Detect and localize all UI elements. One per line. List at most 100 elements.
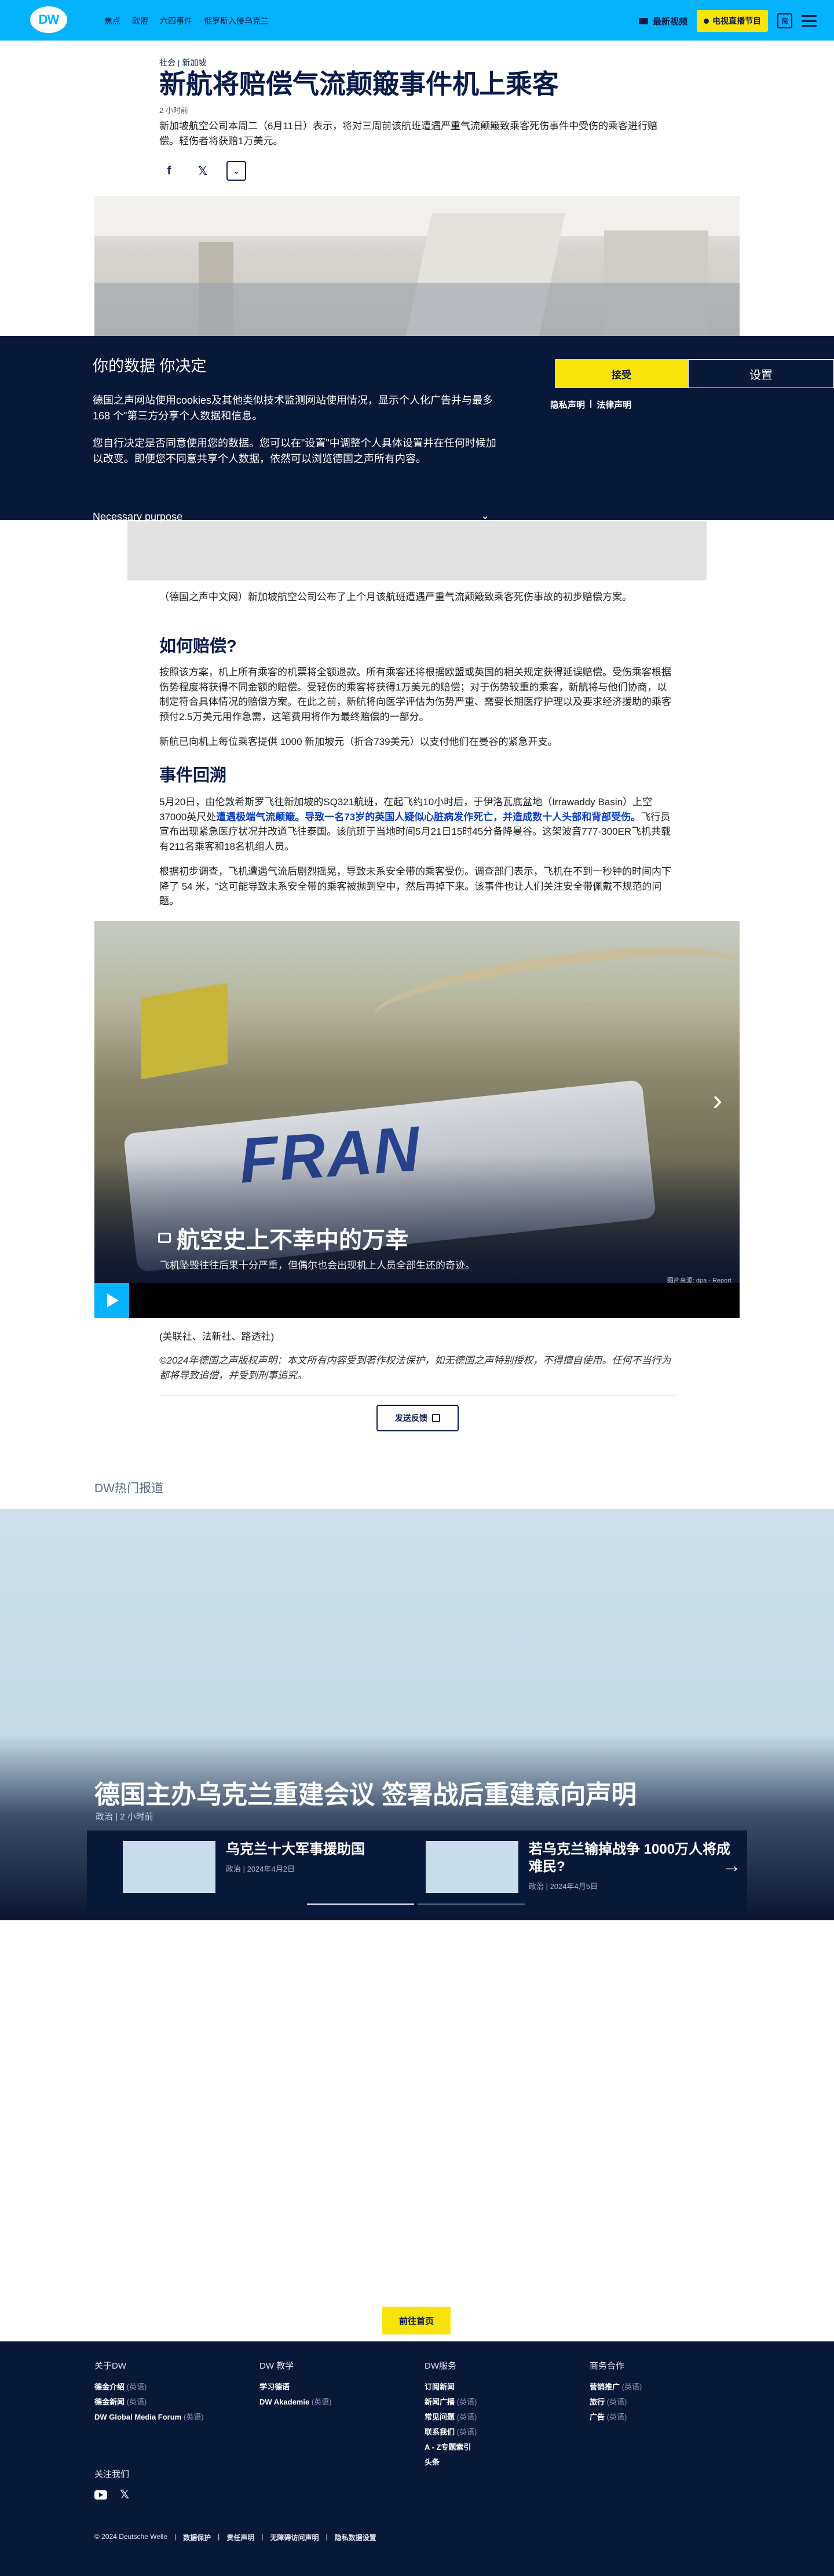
paragraph-emergency-funds: 新航已向机上每位乘客提供 1000 新加坡元（折合739美元）以支付他们在曼谷的…: [159, 736, 558, 747]
cookie-settings-button[interactable]: 设置: [688, 359, 834, 388]
gallery-play-button[interactable]: [94, 1283, 129, 1318]
privacy-statement-link[interactable]: 隐私声明: [550, 399, 585, 411]
article-intro: （德国之声中文网）新加坡航空公司公布了上个月该航班遭遇严重气流颠簸致乘客死伤事故…: [159, 590, 675, 615]
breadcrumb[interactable]: 社会 | 新加坡: [159, 57, 206, 68]
latest-videos-label: 最新视频: [652, 16, 687, 27]
footer-link[interactable]: 联系我们 (英语): [425, 2425, 477, 2440]
footer-link-data-protection[interactable]: 数据保护: [183, 2533, 211, 2542]
crane-shape: [141, 982, 228, 1080]
gallery-title: 航空史上不幸中的万幸: [158, 1221, 408, 1255]
footer-link[interactable]: 德金新闻 (英语): [94, 2395, 204, 2410]
footer-link[interactable]: DW Akademie (英语): [259, 2395, 332, 2410]
compensation-section: 按照该方案，机上所有乘客的机票将全额退款。所有乘客还将根据欧盟或英国的相关规定获…: [159, 665, 675, 760]
hamburger-menu-icon[interactable]: [802, 15, 817, 27]
feedback-label: 发送反馈: [395, 1413, 427, 1423]
cookie-title: 你的数据 你决定: [93, 357, 207, 375]
ad-placeholder: [127, 521, 707, 580]
footer-col-services: DW服务 订阅新闻 新闻广播 (英语) 常见问题 (英语) 联系我们 (英语) …: [425, 2358, 477, 2470]
youtube-icon[interactable]: [94, 2490, 107, 2500]
footer-link[interactable]: DW Global Media Forum (英语): [94, 2410, 204, 2425]
footer-heading: DW服务: [425, 2361, 456, 2371]
footer-copyright: © 2024 Deutsche Welle: [94, 2533, 168, 2541]
play-icon: [107, 1294, 119, 1307]
nav-item-focus[interactable]: 焦点: [104, 15, 120, 27]
necessary-purpose-toggle[interactable]: Necessary purpose: [93, 511, 182, 523]
cookie-links: 隐私声明 | 法律声明: [550, 399, 632, 411]
accept-cookies-button[interactable]: 接受: [555, 359, 688, 388]
live-dot-icon: [704, 18, 709, 24]
carousel-thumbnail: [426, 1841, 518, 1893]
cookie-text-2: 您自行决定是否同意使用您的数据。您可以在"设置"中调整个人具体设置并在任何时候加…: [93, 437, 496, 465]
footer-col-business: 商务合作 营销推广 (英语) 旅行 (英语) 广告 (英语): [590, 2358, 642, 2425]
footer-col-learn: DW 教学 学习德语 DW Akademie (英语): [259, 2358, 332, 2410]
footer-link-privacy-settings[interactable]: 隐私数据设置: [335, 2533, 376, 2542]
share-bar: f 𝕏 ⌄: [159, 161, 246, 181]
copyright-notice: ©2024年德国之声版权声明：本文所有内容受到著作权法保护，如无德国之声特别授权…: [159, 1355, 671, 1381]
review-section: 5月20日，由伦敦希斯罗飞往新加坡的SQ321航班，在起飞约10小时后，于伊洛瓦…: [159, 795, 675, 919]
incident-text-highlight: 遭遇极端气流颠簸。导致一名73岁的英国人疑似心脏病发作死亡，并造成数十人头部和背…: [216, 811, 641, 823]
carousel-indicator: [307, 1903, 525, 1905]
gallery-icon: [158, 1233, 171, 1243]
footer-link[interactable]: 广告 (英语): [590, 2410, 642, 2425]
follow-us-label: 关注我们: [94, 2469, 130, 2479]
x-twitter-icon[interactable]: 𝕏: [120, 2487, 129, 2502]
paragraph-compensation: 按照该方案，机上所有乘客的机票将全额退款。所有乘客还将根据欧盟或英国的相关规定获…: [159, 667, 671, 722]
footer-link[interactable]: A - Z专题索引: [425, 2440, 477, 2455]
nav-item-eu[interactable]: 欧盟: [132, 15, 148, 27]
more-share-chevron-icon[interactable]: ⌄: [226, 161, 246, 181]
carousel-thumbnail: [123, 1841, 215, 1893]
footer-link-accessibility[interactable]: 无障碍访问声明: [270, 2533, 319, 2542]
article-lead: 新加坡航空公司本周二（6月11日）表示，将对三周前该航班遭遇严重气流颠簸致乘客死…: [159, 120, 658, 147]
hot-story-title[interactable]: 德国主办乌克兰重建会议 签署战后重建意向声明: [94, 1774, 637, 1811]
paragraph-incident: 5月20日，由伦敦希斯罗飞往新加坡的SQ321航班，在起飞约10小时后，于伊洛瓦…: [159, 795, 675, 854]
cookie-text-1: 德国之声网站使用cookies及其他类似技术监测网站使用情况，显示个人化广告并与…: [93, 394, 493, 422]
footer-heading: DW 教学: [259, 2361, 294, 2371]
gallery-control-bar: [94, 1283, 740, 1318]
footer-link[interactable]: 常见问题 (英语): [425, 2410, 477, 2425]
footer-heading: 商务合作: [590, 2361, 625, 2371]
gallery-next-chevron-icon[interactable]: ›: [712, 1083, 722, 1117]
footer-link[interactable]: 头条: [425, 2455, 477, 2470]
go-to-homepage-button[interactable]: 前往首页: [382, 2307, 451, 2334]
carousel-item-title: 若乌克兰输掉战争 1000万人将成难民?: [529, 1841, 731, 1875]
dw-logo[interactable]: DW: [30, 6, 67, 33]
footer-heading: 关于DW: [94, 2361, 126, 2371]
footer-link[interactable]: 订阅新闻: [425, 2380, 477, 2395]
main-nav: 焦点 欧盟 六四事件 俄罗斯入侵乌克兰: [104, 15, 269, 27]
footer-legal-bar: © 2024 Deutsche Welle | 数据保护 | 责任声明 | 无障…: [94, 2533, 376, 2542]
latest-videos-link[interactable]: 最新视频: [638, 15, 687, 27]
nav-item-june4[interactable]: 六四事件: [160, 15, 192, 27]
photo-gallery[interactable]: FRAN 航空史上不幸中的万幸 飞机坠毁往往后果十分严重，但偶尔也会出现机上人员…: [94, 921, 740, 1318]
article-sources: (美联社、法新社、路透社): [159, 1331, 275, 1342]
footer-link[interactable]: 学习德语: [259, 2380, 332, 2395]
heading-review: 事件回溯: [159, 766, 227, 785]
chevron-down-icon[interactable]: ⌄: [481, 510, 489, 522]
intro-paragraph: （德国之声中文网）新加坡航空公司公布了上个月该航班遭遇严重气流颠簸致乘客死伤事故…: [159, 591, 632, 602]
top-header: DW 焦点 欧盟 六四事件 俄罗斯入侵乌克兰 最新视频 电视直播节目 简: [0, 0, 834, 41]
carousel-item[interactable]: 若乌克兰输掉战争 1000万人将成难民? 政治 | 2024年4月5日: [426, 1841, 737, 1893]
copy-icon: [432, 1414, 440, 1422]
language-switch-button[interactable]: 简: [777, 13, 792, 28]
footer-link[interactable]: 营销推广 (英语): [590, 2380, 642, 2395]
legal-statement-link[interactable]: 法律声明: [597, 399, 631, 411]
heading-compensation: 如何赔偿?: [159, 637, 237, 656]
nav-item-ukraine[interactable]: 俄罗斯入侵乌克兰: [204, 15, 269, 27]
live-tv-button[interactable]: 电视直播节目: [697, 10, 768, 32]
hot-story-meta: 政治 | 2 小时前: [96, 1812, 153, 1822]
paragraph-investigation: 根据初步调查，飞机遭遇气流后剧烈摇晃，导致未系安全带的乘客受伤。调查部门表示，飞…: [159, 866, 671, 907]
hot-stories-label: DW热门报道: [94, 1482, 163, 1495]
live-tv-label: 电视直播节目: [712, 16, 761, 25]
footer-link[interactable]: 新闻广播 (英语): [425, 2395, 477, 2410]
footer-col-about: 关于DW 德金介绍 (英语) 德金新闻 (英语) DW Global Media…: [94, 2358, 204, 2425]
carousel-next-arrow-icon[interactable]: →: [722, 1855, 741, 1877]
story-carousel: 乌克兰十大军事援助国 政治 | 2024年4月2日 若乌克兰输掉战争 1000万…: [87, 1830, 747, 1916]
cookie-consent-banner: 你的数据 你决定 德国之声网站使用cookies及其他类似技术监测网站使用情况，…: [0, 336, 834, 523]
x-twitter-icon[interactable]: 𝕏: [193, 161, 213, 181]
article-time-ago: 2 小时前: [159, 106, 188, 115]
send-feedback-button[interactable]: 发送反馈: [376, 1405, 459, 1431]
footer-link-disclaimer[interactable]: 责任声明: [226, 2533, 254, 2542]
footer-link[interactable]: 旅行 (英语): [590, 2395, 642, 2410]
header-actions: 最新视频 电视直播节目 简: [638, 10, 817, 32]
facebook-icon[interactable]: f: [159, 161, 179, 181]
footer-link[interactable]: 德金介绍 (英语): [94, 2380, 204, 2395]
